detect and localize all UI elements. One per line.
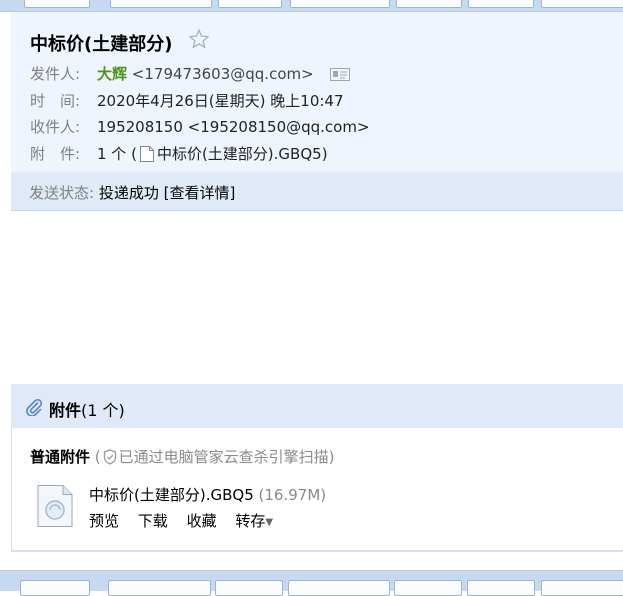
toolbar-button[interactable] (541, 0, 623, 8)
toolbar-button[interactable] (468, 0, 534, 8)
top-toolbar (0, 0, 623, 12)
sender-name[interactable]: 大辉 (97, 65, 127, 83)
from-row: 发件人: 大辉 <179473603@qq.com> (30, 63, 351, 84)
view-details-link[interactable]: [查看详情] (164, 184, 236, 202)
attach-count: 1 个 ( (97, 145, 137, 163)
mail-header: 中标价(土建部分) 发件人: 大辉 <179473603@qq.com> 时 间:… (11, 12, 623, 172)
from-label: 发件人: (30, 65, 81, 83)
download-button[interactable]: 下载 (138, 512, 168, 530)
bottom-toolbar (0, 570, 623, 596)
time-row: 时 间: 2020年4月26日(星期天) 晚上10:47 (30, 90, 344, 111)
send-status-row: 发送状态: 投递成功 [查看详情] (29, 182, 235, 203)
attachment-file-row: 中标价(土建部分).GBQ5 (16.97M) (89, 484, 326, 505)
shield-icon (103, 449, 116, 465)
send-status-value: 投递成功 (98, 184, 159, 202)
toolbar-button[interactable] (394, 580, 462, 596)
attach-row: 附 件: 1 个 ( 中标价(土建部分).GBQ5) (30, 143, 328, 164)
toolbar-button[interactable] (215, 580, 283, 596)
send-status-band: 发送状态: 投递成功 [查看详情] (11, 172, 623, 211)
scan-note-suffix: ) (328, 448, 335, 466)
mail-body (11, 211, 623, 383)
vcard-icon[interactable] (330, 68, 351, 81)
preview-button[interactable]: 预览 (89, 512, 119, 530)
to-label: 收件人: (30, 118, 81, 136)
attachment-type-row: 普通附件 ( 已通过电脑管家云查杀引擎扫描) (30, 446, 335, 467)
star-icon[interactable] (188, 28, 210, 50)
toolbar-button[interactable] (108, 580, 211, 596)
attachment-file-name[interactable]: 中标价(土建部分).GBQ5 (89, 486, 254, 504)
time-value: 2020年4月26日(星期天) 晚上10:47 (97, 92, 344, 110)
attachment-type-label: 普通附件 (30, 448, 91, 466)
attach-label: 附 件: (30, 145, 81, 163)
toolbar-button[interactable] (290, 0, 390, 8)
attach-inline-link[interactable]: 中标价(土建部分).GBQ5 (157, 145, 322, 163)
save-to-button[interactable]: 转存▼ (235, 512, 273, 530)
file-icon[interactable] (36, 484, 74, 528)
toolbar-button[interactable] (396, 0, 462, 8)
chevron-down-icon: ▼ (265, 517, 274, 528)
toolbar-button[interactable] (288, 580, 390, 596)
toolbar-button[interactable] (218, 0, 282, 8)
attachment-file-size: (16.97M) (258, 486, 327, 504)
attachments-title: 附件(1 个) (49, 397, 125, 421)
sender-email[interactable]: <179473603@qq.com> (132, 65, 314, 83)
toolbar-button[interactable] (20, 580, 90, 596)
to-row: 收件人: 195208150 <195208150@qq.com> (30, 116, 370, 137)
save-to-label: 转存 (235, 512, 266, 530)
scan-note-prefix: ( (94, 448, 101, 466)
send-status-label: 发送状态: (29, 184, 95, 202)
file-icon (139, 146, 154, 162)
mail-subject: 中标价(土建部分) (30, 34, 173, 55)
attachments-count: (1 个) (81, 401, 125, 420)
toolbar-button[interactable] (541, 580, 623, 596)
to-value[interactable]: 195208150 <195208150@qq.com> (97, 118, 370, 136)
attachment-actions: 预览 下载 收藏 转存▼ (89, 510, 287, 531)
toolbar-button[interactable] (467, 580, 535, 596)
favorite-button[interactable]: 收藏 (187, 512, 217, 530)
attachments-header: 附件(1 个) (11, 384, 623, 428)
time-label: 时 间: (30, 92, 81, 110)
toolbar-button[interactable] (24, 0, 90, 8)
attachments-panel: 普通附件 ( 已通过电脑管家云查杀引擎扫描) 中标价(土建部分).GBQ5 (1… (11, 428, 623, 552)
paperclip-icon (26, 398, 43, 416)
toolbar-button[interactable] (110, 0, 212, 8)
scan-note: 已通过电脑管家云查杀引擎扫描 (118, 448, 329, 466)
attach-count-suffix: ) (321, 145, 328, 163)
attachments-title-label: 附件 (49, 401, 82, 420)
